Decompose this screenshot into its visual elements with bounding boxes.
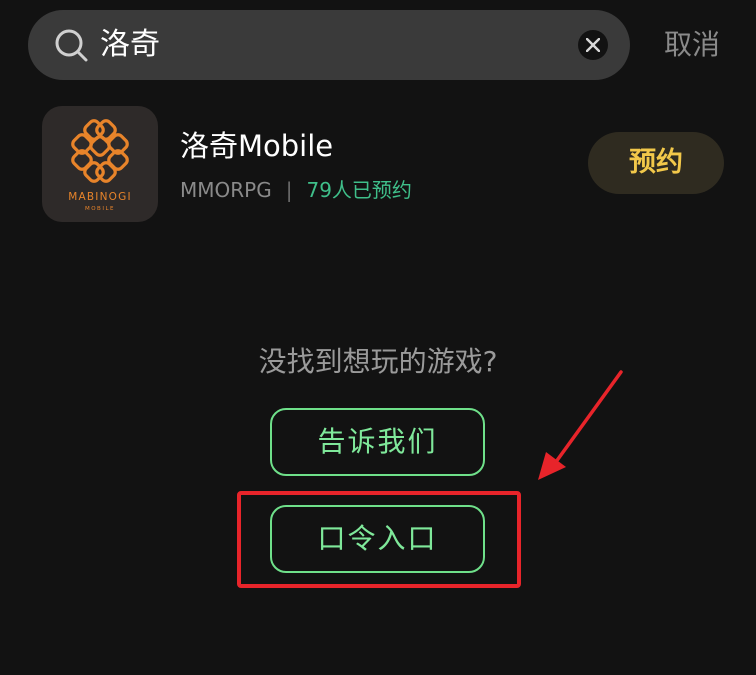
game-icon[interactable]: MABINOGI MOBILE: [42, 106, 158, 222]
cancel-button[interactable]: 取消: [664, 22, 720, 68]
game-genre: MMORPG: [180, 178, 272, 202]
mabinogi-logo-icon: MABINOGI MOBILE: [68, 119, 132, 212]
search-icon: [54, 28, 88, 62]
meta-separator: |: [285, 178, 293, 202]
reservation-count: 79人已预约: [306, 178, 412, 202]
close-icon: [586, 38, 600, 52]
svg-text:MOBILE: MOBILE: [85, 206, 115, 212]
annotation-highlight-box: [237, 491, 521, 588]
reserve-button[interactable]: 预约: [588, 132, 724, 194]
not-found-prompt: 没找到想玩的游戏?: [258, 345, 498, 378]
clear-search-button[interactable]: [578, 30, 608, 60]
search-bar[interactable]: 洛奇: [28, 10, 630, 80]
svg-text:MABINOGI: MABINOGI: [68, 191, 132, 203]
search-input[interactable]: 洛奇: [100, 10, 160, 80]
search-results-page: 洛奇 取消 MABINOGI MOBILE 洛奇Mobile MMORPG | …: [0, 0, 756, 675]
tell-us-button[interactable]: 告诉我们: [270, 408, 485, 476]
game-meta: MMORPG | 79人已预约: [180, 176, 412, 204]
game-title[interactable]: 洛奇Mobile: [180, 126, 333, 166]
